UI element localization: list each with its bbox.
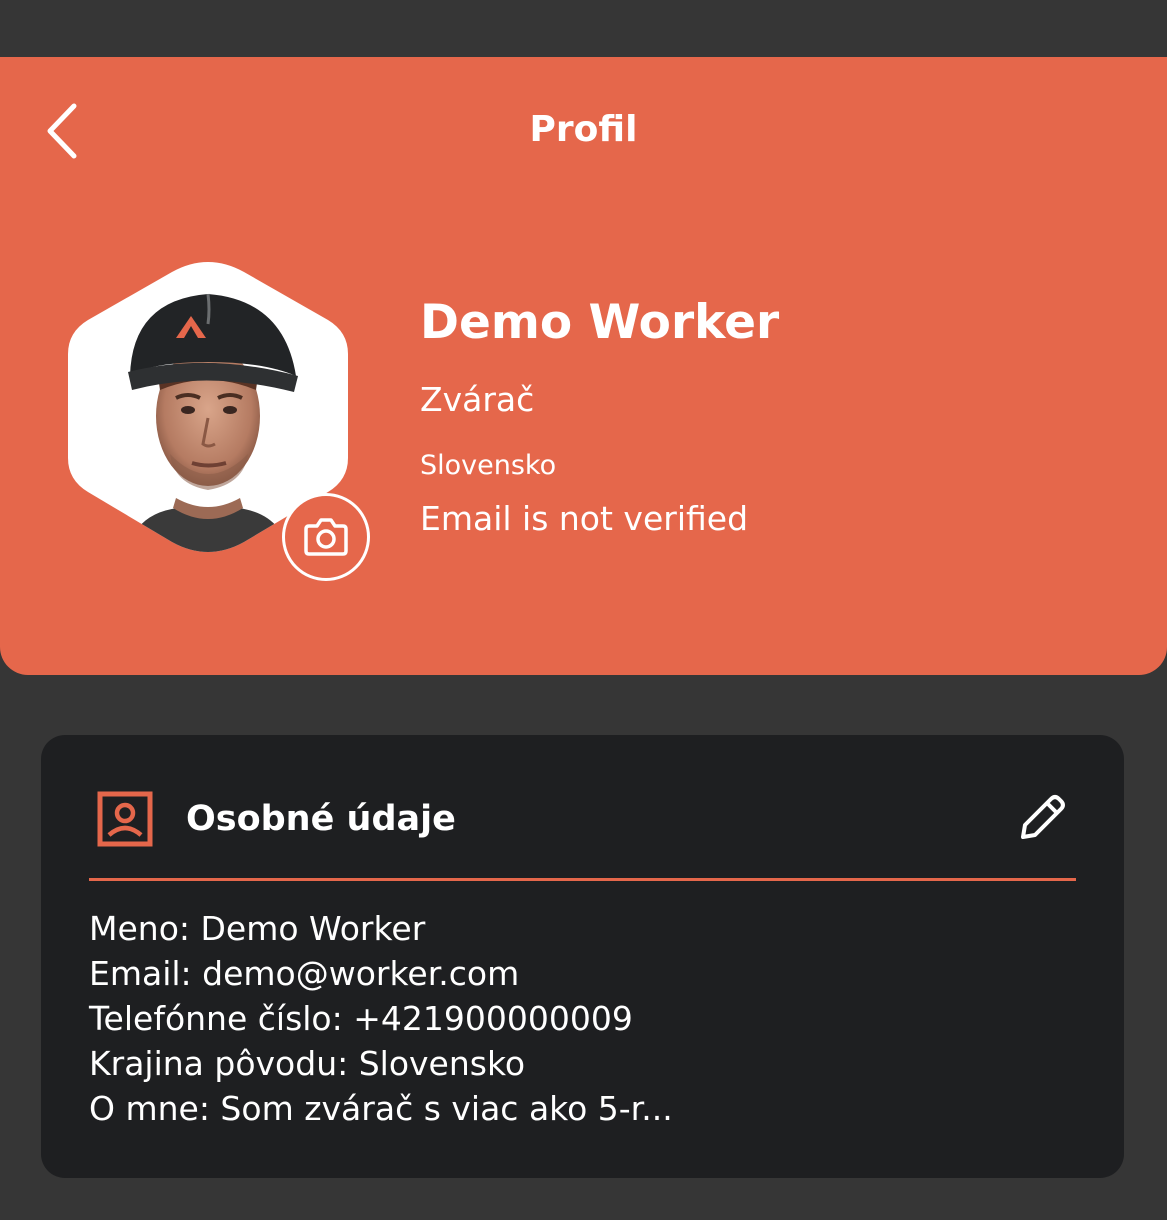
card-divider [89, 878, 1076, 881]
pencil-icon [1021, 795, 1065, 839]
profile-role: Zvárač [420, 380, 535, 419]
personal-info-card: Osobné údaje Meno: Demo Worker Email: de… [41, 735, 1124, 1178]
status-bar [0, 0, 1167, 57]
detail-name: Meno: Demo Worker [89, 909, 426, 948]
card-title: Osobné údaje [186, 799, 456, 839]
camera-icon [304, 518, 348, 556]
edit-personal-info-button[interactable] [1013, 789, 1071, 847]
profile-name: Demo Worker [420, 295, 780, 350]
contact-card-icon [97, 791, 153, 847]
page-title: Profil [529, 109, 638, 150]
change-photo-button[interactable] [282, 493, 370, 581]
detail-about: O mne: Som zvárač s viac ako 5-r... [89, 1089, 673, 1128]
detail-email: Email: demo@worker.com [89, 954, 520, 993]
detail-phone: Telefónne číslo: +421900000009 [89, 999, 633, 1038]
detail-country: Krajina pôvodu: Slovensko [89, 1044, 526, 1083]
email-verification-status: Email is not verified [420, 499, 749, 538]
personal-details: Meno: Demo Worker Email: demo@worker.com… [89, 906, 1079, 1131]
profile-country: Slovensko [420, 450, 557, 481]
